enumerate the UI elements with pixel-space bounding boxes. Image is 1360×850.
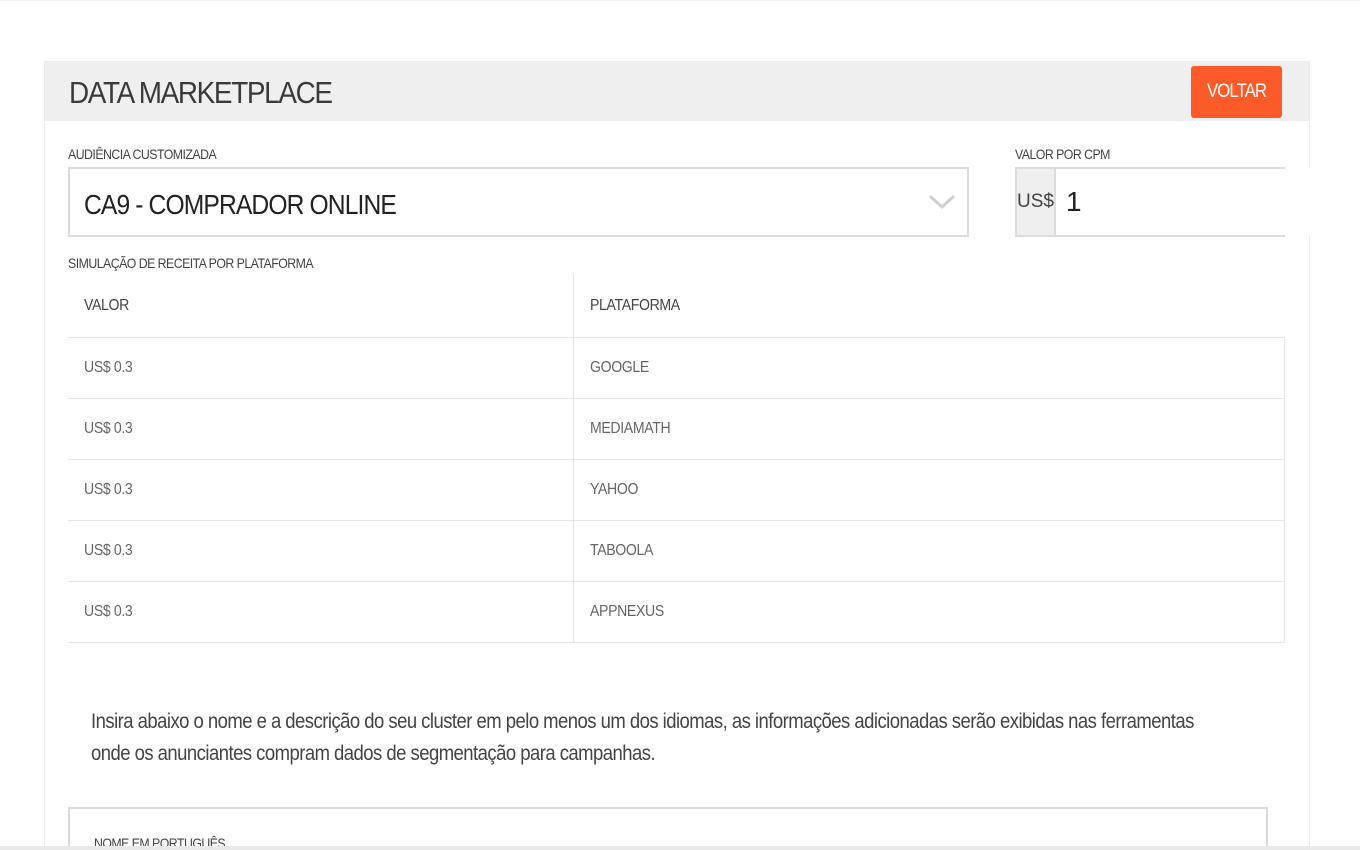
page-title: DATA MARKETPLACE	[69, 75, 333, 110]
currency-addon: US$	[1017, 169, 1056, 235]
column-header-valor: VALOR	[68, 275, 574, 338]
cell-valor: US$ 0.3	[68, 398, 574, 460]
cpm-input[interactable]	[1055, 169, 1360, 235]
cpm-input-group: US$	[1015, 167, 1360, 237]
column-header-plataforma: PLATAFORMA	[573, 275, 1285, 338]
top-divider	[0, 0, 1360, 1]
audience-label: AUDIÊNCIA CUSTOMIZADA	[68, 146, 217, 162]
cell-plataforma: TABOOLA	[573, 520, 1285, 582]
cell-plataforma: GOOGLE	[573, 337, 1285, 399]
cell-valor: US$ 0.3	[68, 459, 574, 521]
cell-plataforma: MEDIAMATH	[573, 398, 1285, 460]
cell-plataforma: APPNEXUS	[573, 581, 1285, 643]
cpm-label: VALOR POR CPM	[1015, 146, 1110, 162]
cell-plataforma: YAHOO	[573, 459, 1285, 521]
panel-header: DATA MARKETPLACE VOLTAR	[45, 62, 1309, 121]
audience-select[interactable]: CA9 - COMPRADOR ONLINE	[68, 167, 969, 237]
table-row: US$ 0.3 APPNEXUS	[68, 581, 1285, 643]
back-button[interactable]: VOLTAR	[1191, 66, 1282, 118]
cell-valor: US$ 0.3	[68, 337, 574, 399]
table-row: US$ 0.3 YAHOO	[68, 459, 1285, 521]
table-row: US$ 0.3 MEDIAMATH	[68, 398, 1285, 460]
cluster-info-text: Insira abaixo o nome e a descrição do se…	[91, 710, 1194, 765]
table-row: US$ 0.3 TABOOLA	[68, 520, 1285, 582]
bottom-edge	[0, 846, 1360, 850]
table-header-row: VALOR PLATAFORMA	[68, 275, 1285, 338]
audience-selected-value: CA9 - COMPRADOR ONLINE	[84, 189, 397, 220]
cell-valor: US$ 0.3	[68, 581, 574, 643]
cell-valor: US$ 0.3	[68, 520, 574, 582]
name-portuguese-section: NOME EM PORTUGUÊS	[68, 807, 1268, 850]
revenue-simulation-table: VALOR PLATAFORMA US$ 0.3 GOOGLE US$ 0.3 …	[68, 275, 1285, 643]
back-button-label: VOLTAR	[1206, 81, 1267, 102]
table-row: US$ 0.3 GOOGLE	[68, 337, 1285, 399]
simulation-label: SIMULAÇÃO DE RECEITA POR PLATAFORMA	[68, 255, 314, 271]
chevron-down-icon	[929, 195, 955, 209]
